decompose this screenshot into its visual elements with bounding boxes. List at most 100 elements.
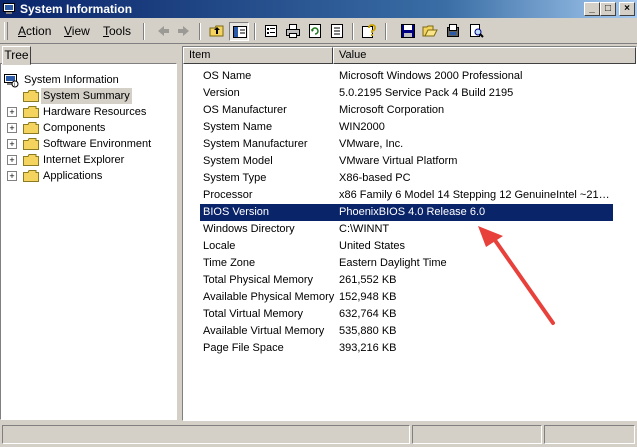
tree-item-system-summary[interactable]: System Summary	[1, 88, 176, 104]
list-row[interactable]: System Model VMware Virtual Platform	[183, 153, 613, 170]
expand-icon[interactable]: +	[7, 171, 17, 181]
item-cell: Available Virtual Memory	[203, 325, 325, 337]
tree-item-label: Components	[43, 122, 106, 134]
item-cell: System Name	[203, 121, 273, 133]
list-row[interactable]: System Manufacturer VMware, Inc.	[183, 136, 613, 153]
minimize-button[interactable]: _	[584, 2, 600, 16]
export-icon	[331, 24, 343, 38]
value-cell: Microsoft Windows 2000 Professional	[339, 70, 523, 82]
value-cell: 152,948 KB	[339, 291, 397, 303]
menu-action[interactable]: Action	[18, 24, 51, 38]
item-cell: Page File Space	[203, 342, 284, 354]
toolbar-separator	[385, 23, 387, 40]
status-panel-tertiary	[544, 425, 635, 444]
tab-tree[interactable]: Tree	[2, 46, 31, 65]
list-row[interactable]: OS Manufacturer Microsoft Corporation	[183, 102, 613, 119]
list-row[interactable]: Locale United States	[183, 238, 613, 255]
tree-item-software-environment[interactable]: + Software Environment	[1, 136, 176, 152]
value-cell: VMware, Inc.	[339, 138, 404, 150]
up-one-level-button[interactable]	[207, 22, 227, 41]
find-icon	[470, 24, 484, 38]
forward-button[interactable]	[174, 22, 194, 41]
value-cell: United States	[339, 240, 406, 252]
forward-arrow-icon	[178, 26, 189, 36]
print-report-icon	[447, 24, 459, 37]
show-hide-tree-icon	[233, 26, 247, 38]
tree-item-applications[interactable]: + Applications	[1, 168, 176, 184]
export-list-button[interactable]	[327, 22, 347, 41]
value-cell: WIN2000	[339, 121, 385, 133]
expand-icon[interactable]: +	[7, 107, 17, 117]
tree-item-hardware-resources[interactable]: + Hardware Resources	[1, 104, 176, 120]
item-cell: OS Manufacturer	[203, 104, 287, 116]
item-cell: Time Zone	[203, 257, 256, 269]
column-header-item[interactable]: Item	[183, 47, 333, 64]
open-button[interactable]	[420, 22, 440, 41]
tree-item-label: Software Environment	[43, 138, 152, 150]
back-arrow-icon	[158, 26, 169, 36]
help-button[interactable]	[359, 22, 379, 41]
details-list[interactable]: Item Value OS Name Microsoft Windows 2000…	[182, 46, 637, 421]
list-row[interactable]: OS Name Microsoft Windows 2000 Profession…	[183, 68, 613, 85]
folder-icon	[23, 122, 39, 134]
close-button[interactable]: ×	[619, 2, 635, 16]
item-cell: System Type	[203, 172, 267, 184]
tree-root-item[interactable]: i System Information	[3, 72, 173, 88]
tree-item-internet-explorer[interactable]: + Internet Explorer	[1, 152, 176, 168]
folder-icon	[23, 170, 39, 182]
system-information-icon	[3, 3, 15, 14]
list-row[interactable]: Available Virtual Memory 535,880 KB	[183, 323, 613, 340]
list-row[interactable]: System Type X86-based PC	[183, 170, 613, 187]
list-row[interactable]: Available Physical Memory 152,948 KB	[183, 289, 613, 306]
status-bar	[0, 423, 637, 447]
value-cell: C:\WINNT	[339, 223, 390, 235]
tree-item-label: System Summary	[41, 88, 132, 104]
list-row-selected[interactable]: BIOS Version PhoenixBIOS 4.0 Release 6.0	[183, 204, 613, 221]
expand-icon[interactable]: +	[7, 155, 17, 165]
status-panel-main	[2, 425, 410, 444]
list-row[interactable]: Page File Space 393,216 KB	[183, 340, 613, 357]
expand-icon[interactable]: +	[7, 123, 17, 133]
item-cell: Available Physical Memory	[203, 291, 335, 303]
maximize-button[interactable]: □	[600, 2, 616, 16]
refresh-icon	[309, 24, 321, 38]
list-row[interactable]: Processor x86 Family 6 Model 14 Stepping …	[183, 187, 613, 204]
tree-item-components[interactable]: + Components	[1, 120, 176, 136]
title-bar[interactable]: System Information _ □ ×	[0, 0, 637, 18]
item-cell: Total Virtual Memory	[203, 308, 304, 320]
list-row[interactable]: Time Zone Eastern Daylight Time	[183, 255, 613, 272]
folder-icon	[23, 106, 39, 118]
column-header-value[interactable]: Value	[333, 47, 636, 64]
menu-view[interactable]: View	[64, 24, 90, 38]
item-cell: Processor	[203, 189, 253, 201]
status-panel-secondary	[412, 425, 542, 444]
item-cell: System Model	[203, 155, 273, 167]
back-button[interactable]	[153, 22, 173, 41]
value-cell: Eastern Daylight Time	[339, 257, 447, 269]
item-cell: Windows Directory	[203, 223, 295, 235]
list-row[interactable]: Total Virtual Memory 632,764 KB	[183, 306, 613, 323]
print-icon	[286, 24, 300, 38]
expand-icon[interactable]: +	[7, 139, 17, 149]
item-cell: Version	[203, 87, 240, 99]
value-cell: 261,552 KB	[339, 274, 397, 286]
value-cell: 535,880 KB	[339, 325, 397, 337]
list-row[interactable]: Version 5.0.2195 Service Pack 4 Build 219…	[183, 85, 613, 102]
item-cell: OS Name	[203, 70, 252, 82]
refresh-button[interactable]	[305, 22, 325, 41]
menu-tools[interactable]: Tools	[103, 24, 131, 38]
print-button[interactable]	[283, 22, 303, 41]
toolbar-grip[interactable]	[4, 22, 8, 40]
save-button[interactable]	[398, 22, 418, 41]
tree-pane[interactable]: i System Information System Summary + Ha…	[0, 63, 177, 420]
show-hide-tree-button[interactable]	[229, 22, 249, 41]
list-row[interactable]: Windows Directory C:\WINNT	[183, 221, 613, 238]
list-row[interactable]: Total Physical Memory 261,552 KB	[183, 272, 613, 289]
properties-button[interactable]	[261, 22, 281, 41]
tree-item-label: Hardware Resources	[43, 106, 147, 118]
menu-toolbar: Action View Tools	[0, 19, 637, 44]
list-row[interactable]: System Name WIN2000	[183, 119, 613, 136]
find-button[interactable]	[466, 22, 486, 41]
print-report-button[interactable]	[443, 22, 463, 41]
open-icon	[422, 25, 438, 37]
